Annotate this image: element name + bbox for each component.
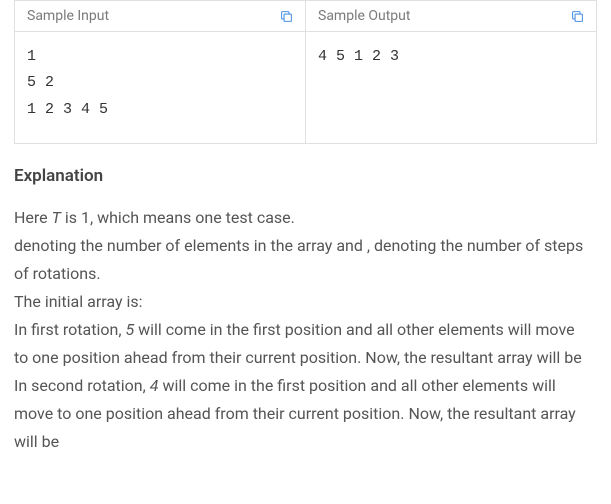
sample-output-label: Sample Output	[318, 8, 410, 24]
copy-icon[interactable]	[571, 10, 584, 23]
sample-output-content: 4 5 1 2 3	[306, 32, 596, 132]
italic-T: T	[52, 208, 61, 227]
sample-output-column: Sample Output 4 5 1 2 3	[306, 1, 597, 143]
explanation-text: Here T is 1, which means one test case. …	[14, 204, 584, 456]
sample-output-header: Sample Output	[306, 1, 596, 32]
text-fragment: In first rotation,	[14, 320, 125, 339]
text-fragment: Here	[14, 208, 52, 227]
sample-table: Sample Input 1 5 2 1 2 3 4 5 Sample Outp…	[14, 0, 597, 144]
copy-icon[interactable]	[280, 10, 293, 23]
sample-input-column: Sample Input 1 5 2 1 2 3 4 5	[14, 1, 306, 143]
text-fragment: is 1, which means one test case.	[61, 208, 295, 227]
explanation-heading: Explanation	[14, 166, 584, 186]
italic-5: 5	[125, 320, 134, 339]
sample-input-content: 1 5 2 1 2 3 4 5	[15, 32, 305, 143]
text-fragment: denoting the number of elements in the a…	[14, 236, 583, 283]
sample-input-label: Sample Input	[27, 8, 109, 24]
sample-input-header: Sample Input	[15, 1, 305, 32]
text-fragment: The initial array is:	[14, 292, 143, 311]
text-fragment: In second rotation,	[14, 376, 150, 395]
explanation-section: Explanation Here T is 1, which means one…	[0, 144, 598, 456]
